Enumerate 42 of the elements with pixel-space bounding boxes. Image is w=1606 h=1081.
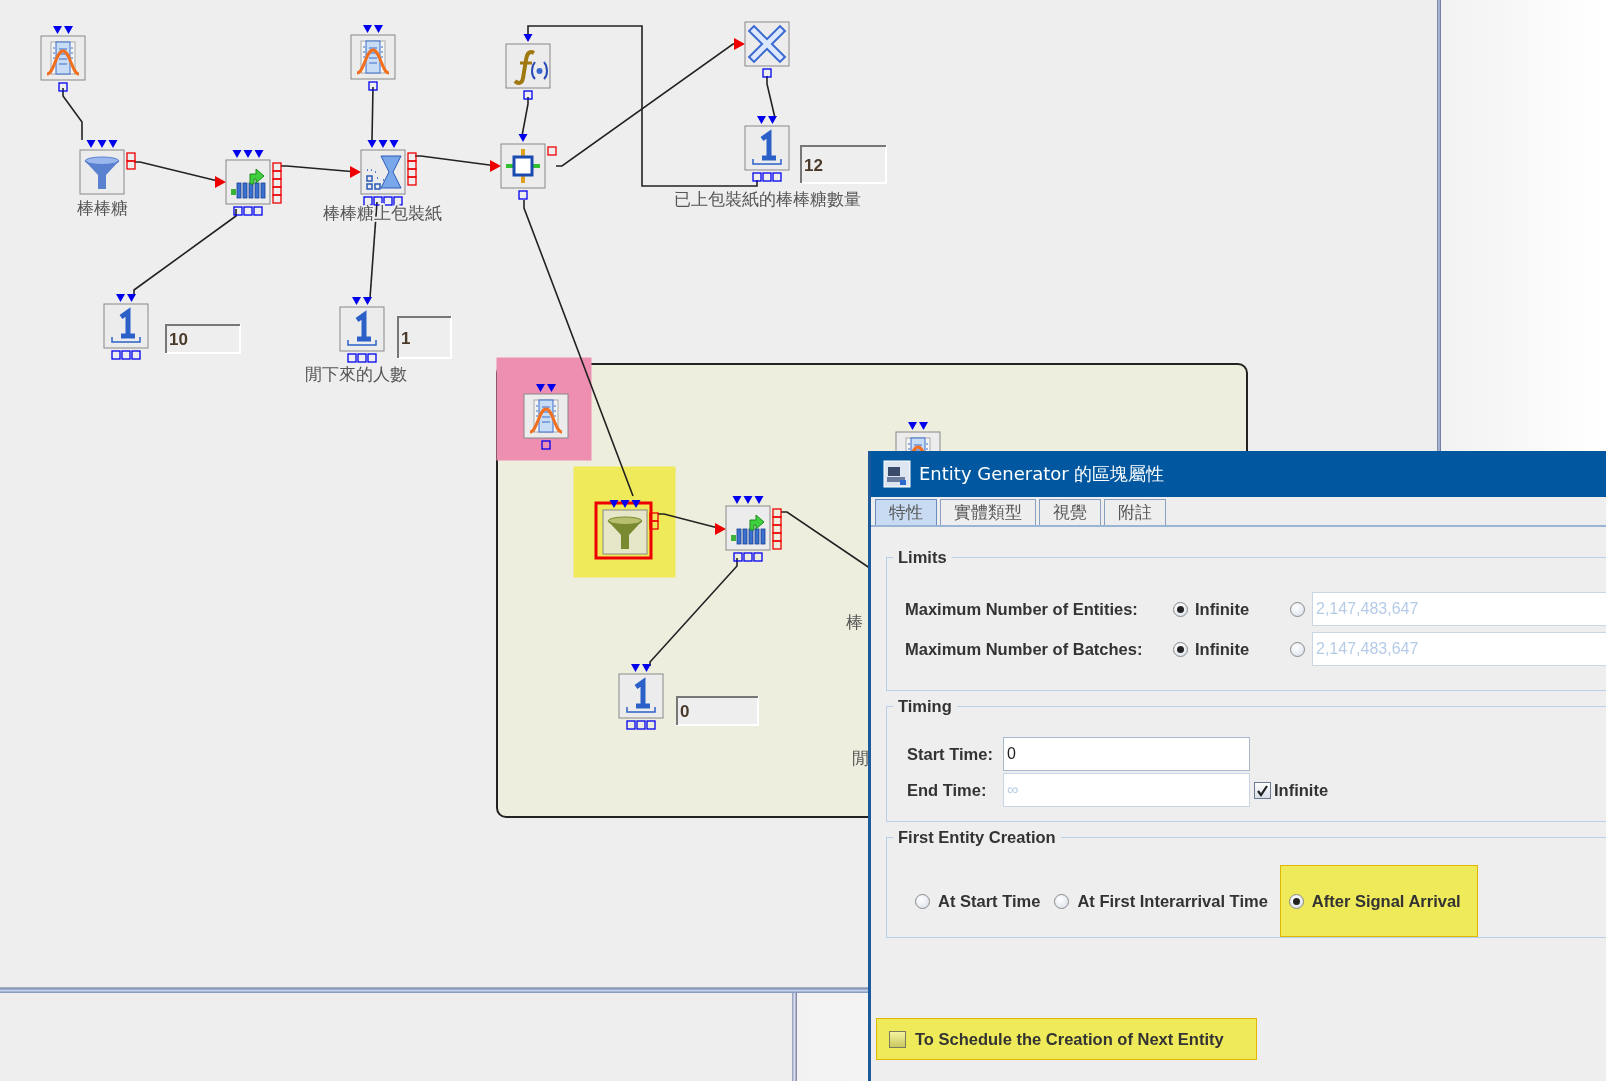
radio-button[interactable] bbox=[915, 893, 930, 909]
radio-label: At Start Time bbox=[938, 891, 1041, 911]
window-icon bbox=[883, 460, 911, 488]
radio-label: Infinite bbox=[1195, 639, 1251, 659]
checkbox[interactable] bbox=[889, 1030, 906, 1048]
start-time-field[interactable]: 0 bbox=[1003, 737, 1250, 771]
window-title: Entity Generator 的區塊屬性 bbox=[919, 462, 1165, 486]
field-label: Start Time: bbox=[907, 744, 994, 764]
connector-line bbox=[62, 87, 83, 141]
radio-label: After Signal Arrival bbox=[1311, 891, 1461, 911]
tab[interactable]: 實體類型 bbox=[940, 499, 1036, 525]
value-display: 12 bbox=[800, 145, 887, 184]
group-title: First Entity Creation bbox=[897, 828, 1057, 847]
block-label: 棒 bbox=[846, 612, 863, 632]
value-display: 1 bbox=[397, 316, 452, 359]
group-title: Timing bbox=[897, 697, 953, 716]
value-display: 0 bbox=[676, 696, 759, 726]
splitter-bar[interactable] bbox=[792, 993, 797, 1081]
value-display: 10 bbox=[165, 324, 241, 354]
block-label: 已上包裝紙的棒棒糖數量 bbox=[673, 189, 861, 209]
block-label: 閒 bbox=[852, 748, 869, 768]
radio-label: At First Interarrival Time bbox=[1077, 891, 1268, 911]
radio-button[interactable] bbox=[1173, 601, 1188, 617]
connector-line bbox=[657, 513, 726, 535]
checkbox[interactable] bbox=[1253, 781, 1271, 799]
radio-label: Infinite bbox=[1195, 599, 1251, 619]
radio-button[interactable] bbox=[1173, 641, 1188, 657]
connector-line bbox=[371, 86, 374, 141]
radio-button[interactable] bbox=[1288, 893, 1304, 909]
group-title: Limits bbox=[897, 548, 948, 567]
block-label: 閒下來的人數 bbox=[305, 364, 407, 384]
tab[interactable]: 視覺 bbox=[1039, 499, 1101, 525]
field-label: End Time: bbox=[907, 780, 988, 800]
tab[interactable]: 特性 bbox=[875, 499, 937, 525]
block-label: 棒棒糖 bbox=[76, 198, 128, 218]
checkbox-label: To Schedule the Creation of Next Entity bbox=[915, 1029, 1224, 1049]
checkbox-label: Infinite bbox=[1274, 780, 1330, 800]
field-label: Maximum Number of Entities: bbox=[905, 599, 1139, 619]
connector-line bbox=[766, 75, 776, 119]
field-label: Maximum Number of Batches: bbox=[905, 639, 1144, 659]
radio-button[interactable] bbox=[1054, 893, 1070, 909]
tab[interactable]: 附註 bbox=[1104, 499, 1166, 525]
